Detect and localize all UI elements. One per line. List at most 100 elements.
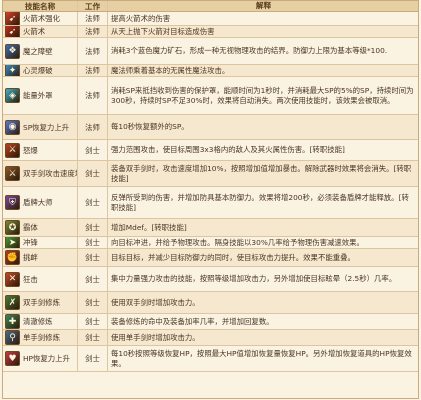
skill-name: 心灵爆破	[23, 66, 53, 75]
skill-name: 清澈修炼	[23, 317, 53, 326]
description-cell: 使用单手剑时增加攻击力。	[108, 330, 418, 345]
job-cell: 剑士	[78, 330, 108, 345]
sword-fire-icon: ⚔	[5, 142, 20, 158]
skill-description: 每10秒恢复额外的SP。	[111, 122, 189, 131]
description-cell: 从天上抛下火箭对目标造成伤害	[108, 26, 418, 37]
skill-description: 每10秒按照等级恢复HP，按照最大HP值增加恢复量恢复HP。另外增加恢复道具的H…	[111, 348, 412, 368]
skill-name: 双手剑攻击速度增加	[23, 169, 77, 178]
table-header: 技能名称 工作 解释	[3, 1, 418, 12]
skill-description: 集中力量强力攻击的技能，按照等级增加攻击力，另外增加使目标眩晕（2.5秒）几率。	[111, 274, 397, 283]
table-row: ♥ HP恢复力上升 剑士 每10秒按照等级恢复HP，按照最大HP值增加恢复量恢复HP。…	[3, 346, 418, 372]
skill-description: 目标目标，并减少目标防御力的同时，使目标攻击力提升。效果不能重叠。	[111, 252, 355, 262]
skill-name-cell: ♥ HP恢复力上升	[3, 346, 78, 371]
description-cell: 强力范围攻击，使目标周围3x3格内的敌人及其火属性伤害。[转职技能]	[108, 140, 418, 160]
job-cell: 法师	[78, 115, 108, 139]
table-row: ⛨ 盾牌大师 剑士 反弹所受到的伤害，并增加防具基本防御力。效果将增200秒，必须装备…	[3, 187, 418, 219]
skill-name-cell: ✕ 狂击	[3, 267, 78, 291]
twin-swords-icon: ⚔	[5, 166, 20, 181]
description-cell: 向目标冲进，并给予物理攻击。隔身技能以30%几率给予物理伤害减速效果。	[108, 237, 418, 248]
skill-description: 魔法师乘着基本的无属性魔法攻击。	[111, 65, 230, 75]
skill-name-cell: ⚔ 怒爆	[3, 140, 78, 160]
table-row: ✦ 心灵爆破 法师 魔法师乘着基本的无属性魔法攻击。	[3, 65, 418, 77]
table-row: ✚ 清澈修炼 剑士 装备修炼的命中及装备加率几率，并增加回复数。	[3, 314, 418, 330]
job-cell: 法师	[78, 38, 108, 64]
job-cell: 剑士	[78, 237, 108, 248]
job-cell: 剑士	[78, 292, 108, 313]
skill-description: 强力范围攻击，使目标周围3x3格内的敌人及其火属性伤害。[转职技能]	[111, 145, 345, 154]
ice-lightning-icon: ✦	[5, 65, 20, 76]
description-cell: 装备双手剑时，攻击速度增加10%，按照增加值增加暴击。解除武器时效果将会消失。[…	[108, 161, 418, 186]
description-cell: 使用双手剑时增加攻击力。	[108, 292, 418, 313]
skill-name: 双手剑修炼	[23, 298, 60, 307]
shield-icon: ◈	[5, 88, 20, 103]
description-cell: 消耗3个蓝色魔力矿石，形成一种无视物理攻击的结界。防御力上限为基本等级*100.	[108, 38, 418, 64]
description-cell: 目标目标，并减少目标防御力的同时，使目标攻击力提升。效果不能重叠。	[108, 249, 418, 266]
skill-name-cell: ✪ 霸体	[3, 219, 78, 236]
table-row: ❖ 魔之障壁 法师 消耗3个蓝色魔力矿石，形成一种无视物理攻击的结界。防御力上限为基本…	[3, 38, 418, 65]
skill-name: 魔之障壁	[23, 46, 53, 56]
skill-name: 霸体	[23, 223, 38, 232]
heart-icon: ♥	[5, 351, 20, 366]
skill-name-cell: ➹ 火箭术强化	[3, 12, 78, 25]
skill-name: 冲锋	[23, 238, 38, 247]
body-icon: ✪	[5, 220, 20, 235]
description-cell: 装备修炼的命中及装备加率几率，并增加回复数。	[108, 314, 418, 329]
skill-description: 使用双手剑时增加攻击力。	[111, 297, 200, 307]
skill-table: 技能名称 工作 解释 ➹ 火箭术强化 法师 提高火箭术的伤害 ➹ 火箭术 法师 从天上抛下火箭…	[2, 0, 419, 399]
skill-name-cell: ❖ 魔之障壁	[3, 38, 78, 64]
skill-description: 装备双手剑时，攻击速度增加10%，按照增加值增加暴击。解除武器时效果将会消失。[…	[111, 163, 412, 183]
skill-name-cell: ⚲ 单手剑修炼	[3, 330, 78, 345]
skill-name-cell: ✦ 心灵爆破	[3, 65, 78, 76]
skill-description: 增加Mdef。[转职技能]	[111, 222, 187, 232]
job-cell: 剑士	[78, 249, 108, 266]
job-cell: 剑士	[78, 187, 108, 218]
skill-name-cell: ⛨ 盾牌大师	[3, 187, 78, 218]
sword-mastery-icon: ✗	[5, 295, 20, 310]
table-row: ⚔ 怒爆 剑士 强力范围攻击，使目标周围3x3格内的敌人及其火属性伤害。[转职技能]	[3, 140, 418, 161]
table-row: ⚲ 单手剑修炼 剑士 使用单手剑时增加攻击力。	[3, 330, 418, 346]
job-cell: 剑士	[78, 346, 108, 371]
table-row: ◉ SP恢复力上升 法师 每10秒恢复额外的SP。	[3, 115, 418, 140]
skill-name: 火箭术强化	[23, 14, 60, 23]
skill-description: 向目标冲进，并给予物理攻击。隔身技能以30%几率给予物理伤害减速效果。	[111, 237, 364, 247]
job-cell: 法师	[78, 26, 108, 37]
description-cell: 每10秒按照等级恢复HP，按照最大HP值增加恢复量恢复HP。另外增加恢复道具的H…	[108, 346, 418, 371]
crystal-icon: ❖	[5, 43, 20, 59]
job-cell: 剑士	[78, 161, 108, 186]
table-row: ✗ 双手剑修炼 剑士 使用双手剑时增加攻击力。	[3, 292, 418, 314]
skill-name: 能量外罩	[23, 91, 53, 100]
header-job: 工作	[78, 1, 108, 11]
mana-orb-icon: ◉	[5, 119, 20, 135]
skill-name: 狂击	[23, 274, 38, 284]
skill-description: 使用单手剑时增加攻击力。	[111, 332, 200, 342]
description-cell: 集中力量强力攻击的技能，按照等级增加攻击力，另外增加使目标眩晕（2.5秒）几率。	[108, 267, 418, 291]
skill-name: SP恢复力上升	[23, 122, 70, 132]
description-cell: 反弹所受到的伤害，并增加防具基本防御力。效果将增200秒，必须装备盾牌才能释放。…	[108, 187, 418, 218]
skill-name-cell: ➹ 火箭术	[3, 26, 78, 37]
skill-description: 提高火箭术的伤害	[111, 13, 171, 23]
skill-name: HP恢复力上升	[23, 354, 70, 363]
dash-icon: ➤	[5, 237, 20, 248]
skill-name-cell: ✚ 清澈修炼	[3, 314, 78, 329]
skill-name-cell: ◈ 能量外罩	[3, 77, 78, 114]
table-row: ✕ 狂击 剑士 集中力量强力攻击的技能，按照等级增加攻击力，另外增加使目标眩晕（2.5…	[3, 267, 418, 292]
job-cell: 法师	[78, 65, 108, 76]
table-row: ⚔双手剑攻击速度增加剑士装备双手剑时，攻击速度增加10%，按照增加值增加暴击。解…	[3, 161, 418, 187]
job-cell: 剑士	[78, 140, 108, 160]
job-cell: 剑士	[78, 267, 108, 291]
header-skill-name: 技能名称	[3, 1, 78, 11]
table-row: ✪ 霸体 剑士 增加Mdef。[转职技能]	[3, 219, 418, 237]
job-cell: 剑士	[78, 219, 108, 236]
skill-description: 反弹所受到的伤害，并增加防具基本防御力。效果将增200秒，必须装备盾牌才能释放。…	[111, 192, 409, 212]
skill-name: 挑衅	[23, 253, 38, 262]
skill-name-cell: ⚔双手剑攻击速度增加	[3, 161, 78, 186]
table-row: ➹ 火箭术强化 法师 提高火箭术的伤害	[3, 12, 418, 26]
table-row: ➹ 火箭术 法师 从天上抛下火箭对目标造成伤害	[3, 26, 418, 38]
header-description: 解释	[255, 1, 272, 10]
single-sword-icon: ⚲	[5, 330, 20, 345]
skill-description: 从天上抛下火箭对目标造成伤害	[111, 26, 215, 36]
skill-name: 单手剑修炼	[23, 333, 60, 342]
description-cell: 每10秒恢复额外的SP。	[108, 115, 418, 139]
skill-name-cell: ➤ 冲锋	[3, 237, 78, 248]
description-cell: 增加Mdef。[转职技能]	[108, 219, 418, 236]
